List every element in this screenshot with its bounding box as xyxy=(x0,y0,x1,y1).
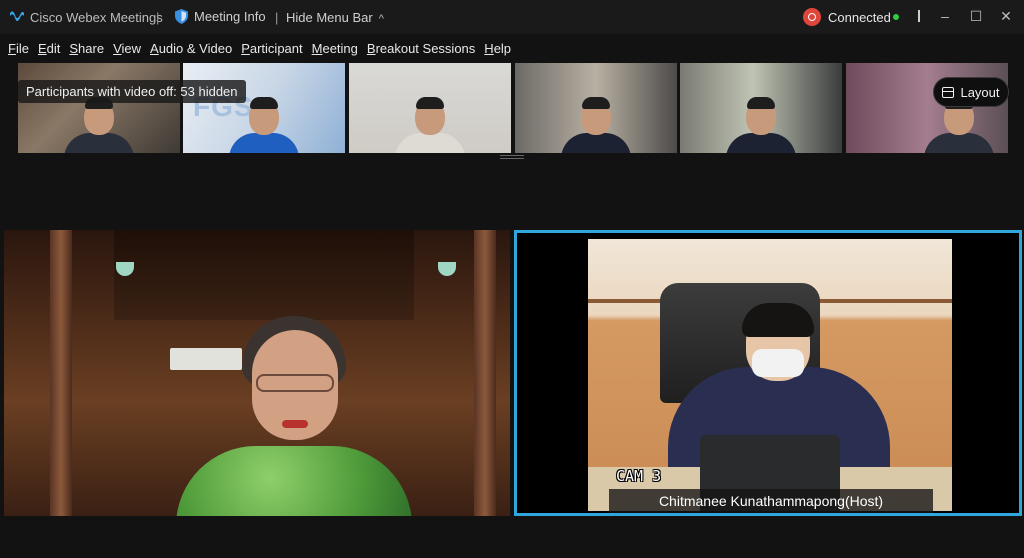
hide-menu-bar-button[interactable]: Hide Menu Bar ^ xyxy=(286,10,384,25)
layout-icon xyxy=(942,86,955,98)
menu-participant[interactable]: Participant xyxy=(241,41,302,56)
title-separator: | xyxy=(156,10,160,25)
participant-video-thumbnail[interactable] xyxy=(515,63,677,153)
participant-image xyxy=(395,97,465,153)
recording-icon[interactable] xyxy=(803,8,821,26)
participant-video-thumbnail[interactable] xyxy=(349,63,511,153)
participant-image xyxy=(64,97,134,153)
layout-button[interactable]: Layout xyxy=(933,77,1009,107)
participant-filmstrip: FGS xyxy=(18,63,1008,153)
room-pillar xyxy=(50,230,72,516)
menu-file[interactable]: File xyxy=(8,41,29,56)
participant-image xyxy=(176,316,416,516)
participant-name-label: Chitmanee Kunathammapong(Host) xyxy=(609,489,933,513)
divider xyxy=(918,10,920,22)
camera-feed: CAM 3 xyxy=(588,239,952,511)
room-pillar xyxy=(474,230,496,516)
menu-bar: File Edit Share View Audio & Video Parti… xyxy=(0,36,512,60)
title-bar: Cisco Webex Meetings | Meeting Info | Hi… xyxy=(0,0,1024,34)
minimize-button[interactable]: – xyxy=(933,6,957,26)
connection-status: Connected xyxy=(828,10,891,25)
meeting-info-label: Meeting Info xyxy=(194,9,266,24)
hide-menu-bar-label: Hide Menu Bar xyxy=(286,10,373,25)
menu-breakout-sessions[interactable]: Breakout Sessions xyxy=(367,41,475,56)
participant-video-thumbnail[interactable] xyxy=(18,63,180,153)
participant-video-thumbnail[interactable]: FGS xyxy=(183,63,345,153)
participant-image xyxy=(924,97,995,153)
menu-edit[interactable]: Edit xyxy=(38,41,60,56)
maximize-button[interactable]: ☐ xyxy=(964,6,988,26)
layout-label: Layout xyxy=(960,84,1000,100)
face-mask xyxy=(752,349,804,377)
participant-image xyxy=(726,97,796,153)
active-speaker-video-tile[interactable]: CAM 3 Chitmanee Kunathammapong(Host) xyxy=(514,230,1022,516)
menu-audio-video[interactable]: Audio & Video xyxy=(150,41,232,56)
camera-label: CAM 3 xyxy=(616,467,662,485)
meeting-info-button[interactable]: Meeting Info xyxy=(175,9,266,24)
participant-image xyxy=(561,97,631,153)
chevron-up-icon: ^ xyxy=(378,13,384,25)
app-title: Cisco Webex Meetings xyxy=(30,10,163,25)
participant-video-thumbnail[interactable] xyxy=(680,63,842,153)
menu-help[interactable]: Help xyxy=(484,41,511,56)
filmstrip-resize-handle[interactable] xyxy=(500,155,524,159)
title-separator-2: | xyxy=(275,10,279,25)
video-off-notice: Participants with video off: 53 hidden xyxy=(18,80,246,103)
room-ceiling xyxy=(114,230,414,320)
menu-view[interactable]: View xyxy=(113,41,141,56)
shield-icon xyxy=(175,9,188,24)
menu-share[interactable]: Share xyxy=(69,41,104,56)
connection-status-dot xyxy=(893,14,899,20)
participant-image xyxy=(229,97,299,153)
participant-video-tile[interactable] xyxy=(4,230,510,516)
wall-lamp xyxy=(438,262,456,276)
close-button[interactable]: ✕ xyxy=(994,6,1018,26)
webex-logo-icon xyxy=(10,11,24,21)
menu-meeting[interactable]: Meeting xyxy=(312,41,358,56)
